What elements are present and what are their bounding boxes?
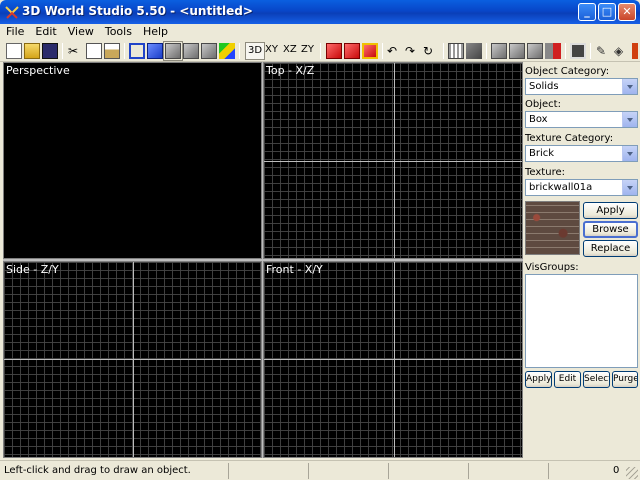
view-zy-button[interactable]: ZY [301,44,314,55]
pencil-icon[interactable]: ✎ [596,43,612,59]
side-axis-vertical [133,262,134,457]
side-viewport[interactable]: Side - Z/Y [3,261,262,458]
front-label: Front - X/Y [266,263,323,276]
color-cubes-icon[interactable] [219,43,235,59]
visgroup-purge-button[interactable]: Purge [612,371,638,388]
menu-help[interactable]: Help [137,24,173,38]
menu-edit[interactable]: Edit [29,24,61,38]
visgroups-label: VisGroups: [525,262,579,273]
solid-cube-icon[interactable] [147,43,163,59]
gray-cube-3-icon[interactable] [527,43,543,59]
texture-category-value: Brick [529,148,555,159]
close-button[interactable]: ✕ [618,3,636,21]
textured-cube-icon[interactable] [163,41,183,61]
menu-view[interactable]: View [62,24,99,38]
menu-bar: File Edit View Tools Help [0,24,640,40]
object-value: Box [529,114,548,125]
texture-preview[interactable] [525,201,580,255]
red-cube-icon[interactable] [326,43,342,59]
status-pane-1 [228,463,308,479]
front-axis-vertical [394,262,395,457]
new-file-icon[interactable] [6,43,22,59]
visgroup-edit-button[interactable]: Edit [554,371,581,388]
apply-texture-button[interactable]: Apply [583,202,638,219]
app-icon [5,6,19,19]
visgroup-apply-button[interactable]: Apply [525,371,552,388]
red-gray-cube-icon[interactable] [545,43,561,59]
browse-texture-button[interactable]: Browse [583,221,638,238]
wireframe-cube-icon[interactable] [129,43,145,59]
status-pane-3 [388,463,468,479]
status-count: 0 [613,465,620,476]
title-bar[interactable]: 3D World Studio 5.50 - <untitled> _ □ ✕ [0,0,640,24]
object-category-value: Solids [529,81,559,92]
chevron-down-icon[interactable] [622,146,637,161]
minimize-button[interactable]: _ [578,3,596,21]
top-viewport[interactable]: Top - X/Z [263,62,523,259]
paste-icon[interactable] [104,43,120,59]
status-pane-4 [468,463,548,479]
chevron-down-icon[interactable] [622,79,637,94]
visgroup-select-button[interactable]: Select [583,371,610,388]
visgroups-list[interactable] [525,274,638,368]
view-3d-button[interactable]: 3D [245,42,266,60]
object-label: Object: [525,99,561,110]
copy-icon[interactable] [86,43,102,59]
maximize-button[interactable]: □ [598,3,616,21]
object-select[interactable]: Box [525,111,638,128]
grid-snap-icon[interactable] [448,43,464,59]
group-icon[interactable] [466,43,482,59]
top-label: Top - X/Z [266,64,315,77]
status-bar: Left-click and drag to draw an object. 0 [0,460,640,480]
side-label: Side - Z/Y [6,263,59,276]
chevron-down-icon[interactable] [622,180,637,195]
open-folder-icon[interactable] [24,43,40,59]
menu-tools[interactable]: Tools [99,24,137,38]
texture-value: brickwall01a [529,182,593,193]
texture-label: Texture: [525,167,565,178]
gray-cube-icon[interactable] [183,43,199,59]
rotate-z-icon[interactable]: ↻ [423,43,439,59]
gray-cube-1-icon[interactable] [491,43,507,59]
object-panel: Object Category: Solids Object: Box Text… [523,62,640,458]
movie-icon[interactable] [570,43,586,59]
replace-texture-button[interactable]: Replace [583,240,638,257]
top-axis-vertical [394,63,395,258]
status-pane-2 [308,463,388,479]
object-category-select[interactable]: Solids [525,78,638,95]
object-category-label: Object Category: [525,66,610,77]
texture-category-label: Texture Category: [525,133,614,144]
chevron-down-icon[interactable] [622,112,637,127]
window-title: 3D World Studio 5.50 - <untitled> [22,4,253,18]
texture-category-select[interactable]: Brick [525,145,638,162]
resize-grip-icon[interactable] [626,467,638,479]
cut-icon[interactable]: ✂ [68,43,84,59]
more-tools-icon[interactable] [632,43,638,59]
paint-bucket-icon[interactable]: ◈ [614,43,630,59]
perspective-label: Perspective [6,64,70,77]
texture-select[interactable]: brickwall01a [525,179,638,196]
front-viewport[interactable]: Front - X/Y [263,261,523,458]
view-xz-button[interactable]: XZ [283,44,297,55]
status-pane-5 [548,463,608,479]
perspective-viewport[interactable]: Perspective [3,62,262,259]
red-cube-outline-icon[interactable] [362,43,378,59]
gray-cube-2-icon[interactable] [509,43,525,59]
view-xy-button[interactable]: XY [265,44,278,55]
shaded-cube-icon[interactable] [201,43,217,59]
red-cube-select-icon[interactable] [344,43,360,59]
toolbar: ✂ 3D XY XZ ZY ↶ ↷ ↻ ✎ ◈ [0,40,640,62]
save-icon[interactable] [42,43,58,59]
menu-file[interactable]: File [0,24,29,38]
rotate-x-icon[interactable]: ↶ [387,43,403,59]
status-message: Left-click and drag to draw an object. [4,465,191,476]
rotate-y-icon[interactable]: ↷ [405,43,421,59]
